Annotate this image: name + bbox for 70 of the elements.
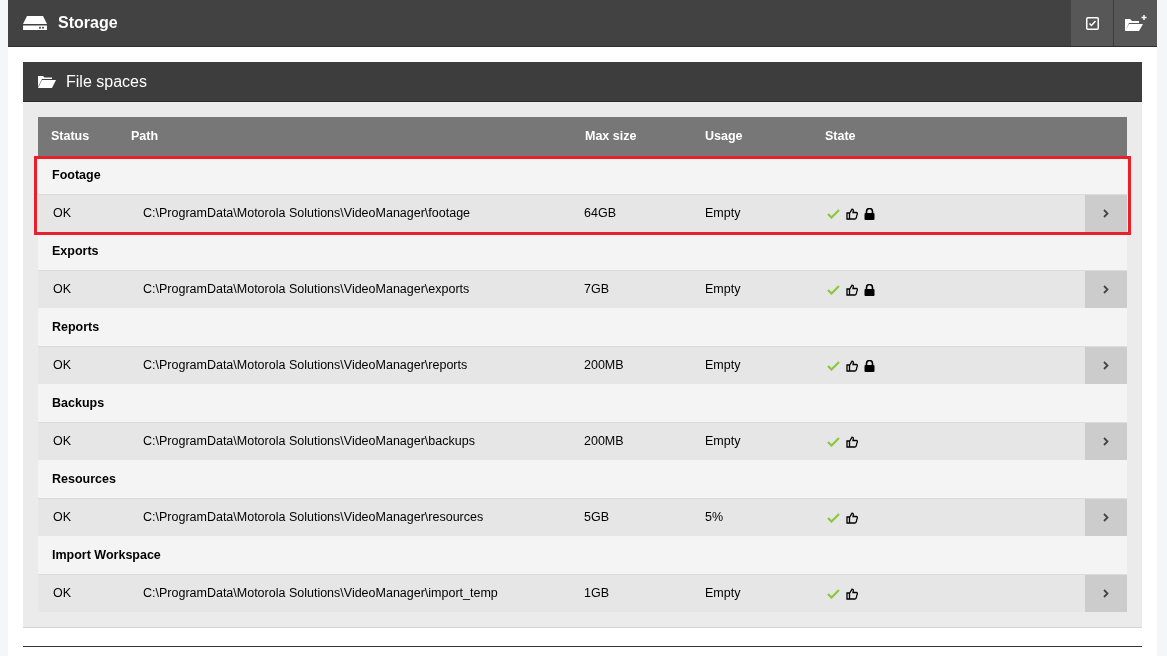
chevron-right-icon (1103, 513, 1109, 522)
thumbs-up-icon (846, 511, 858, 524)
folder-plus-icon (1123, 14, 1148, 32)
thumbs-up-icon (846, 435, 858, 448)
group-title: Resources (51, 470, 116, 488)
chevron-right-icon (1103, 361, 1109, 370)
group-title: Import Workspace (51, 546, 161, 564)
check-icon (827, 512, 840, 523)
column-header: Status (50, 128, 91, 146)
details-button[interactable] (1085, 575, 1127, 612)
thumbs-up-icon (846, 283, 858, 296)
path-cell-text: C:\ProgramData\Motorola Solutions\VideoManager\reports (142, 357, 469, 375)
max-size-cell-text: 200MB (583, 433, 625, 451)
usage-cell-text: 5% (704, 509, 725, 527)
thumbs-up-icon (846, 587, 858, 600)
usage-cell-text: Empty (704, 281, 742, 299)
max-size-cell-text: 5GB (583, 509, 610, 527)
status-cell-text: OK (52, 357, 73, 375)
details-button[interactable] (1085, 195, 1127, 232)
chevron-right-icon (1103, 209, 1109, 218)
status-cell-text: OK (52, 281, 73, 299)
path-cell-text: C:\ProgramData\Motorola Solutions\VideoManager\import_temp (142, 585, 499, 603)
details-button[interactable] (1085, 347, 1127, 384)
status-cell-text: OK (52, 509, 73, 527)
folder-icon (38, 75, 56, 88)
column-header: State (825, 128, 857, 146)
lock-icon (864, 207, 875, 220)
hard-drive-icon (23, 15, 47, 31)
chevron-right-icon (1103, 285, 1109, 294)
group-title: Footage (51, 166, 101, 184)
max-size-cell-text: 64GB (583, 205, 617, 223)
chevron-right-icon (1103, 589, 1109, 598)
details-button[interactable] (1085, 499, 1127, 536)
checkbox-icon (1085, 16, 1099, 30)
thumbs-up-icon (846, 359, 858, 372)
path-cell-text: C:\ProgramData\Motorola Solutions\VideoManager\footage (142, 205, 472, 223)
status-cell-text: OK (52, 433, 73, 451)
max-size-cell-text: 200MB (583, 357, 625, 375)
column-header: Max size (584, 128, 638, 146)
check-icon (827, 360, 840, 371)
details-button[interactable] (1085, 423, 1127, 460)
add-folder-button[interactable] (1114, 0, 1157, 46)
select-button[interactable] (1071, 0, 1114, 46)
details-button[interactable] (1085, 271, 1127, 308)
lock-icon (864, 283, 875, 296)
path-cell-text: C:\ProgramData\Motorola Solutions\VideoManager\resources (142, 509, 485, 527)
chevron-right-icon (1103, 437, 1109, 446)
status-cell-text: OK (52, 205, 73, 223)
max-size-cell-text: 7GB (583, 281, 610, 299)
path-cell-text: C:\ProgramData\Motorola Solutions\VideoManager\exports (142, 281, 471, 299)
max-size-cell-text: 1GB (583, 585, 610, 603)
group-title: Reports (51, 318, 100, 336)
path-cell-text: C:\ProgramData\Motorola Solutions\VideoManager\backups (142, 433, 476, 451)
page-title: Storage (58, 13, 118, 33)
check-icon (827, 436, 840, 447)
thumbs-up-icon (846, 207, 858, 220)
column-header: Path (130, 128, 160, 146)
usage-cell-text: Empty (704, 585, 742, 603)
lock-icon (864, 359, 875, 372)
group-title: Backups (51, 394, 105, 412)
usage-cell-text: Empty (704, 205, 742, 223)
check-icon (827, 588, 840, 599)
status-cell-text: OK (52, 585, 73, 603)
usage-cell-text: Empty (704, 357, 742, 375)
column-header: Usage (704, 128, 744, 146)
usage-cell-text: Empty (704, 433, 742, 451)
group-title: Exports (51, 242, 99, 260)
check-icon (827, 284, 840, 295)
check-icon (827, 208, 840, 219)
panel-title: File spaces (66, 71, 147, 92)
